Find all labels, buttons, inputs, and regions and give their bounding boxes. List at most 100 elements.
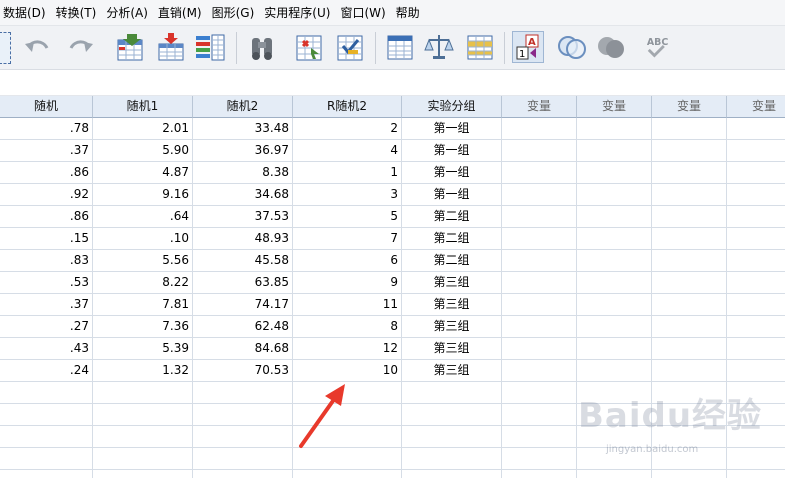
- column-header-var[interactable]: 变量: [652, 96, 727, 118]
- goto-case-icon[interactable]: [114, 31, 146, 63]
- table-cell[interactable]: 10: [293, 360, 402, 382]
- table-cell[interactable]: .83: [0, 250, 93, 272]
- table-cell[interactable]: [502, 404, 577, 426]
- table-cell[interactable]: 第三组: [402, 338, 502, 360]
- column-header-suiji2[interactable]: 随机2: [193, 96, 293, 118]
- table-cell[interactable]: [502, 162, 577, 184]
- table-cell[interactable]: 5.56: [93, 250, 193, 272]
- table-cell[interactable]: .24: [0, 360, 93, 382]
- table-cell[interactable]: 12: [293, 338, 402, 360]
- table-cell[interactable]: 第一组: [402, 162, 502, 184]
- find-icon[interactable]: [246, 31, 278, 63]
- table-cell[interactable]: [577, 338, 652, 360]
- table-cell[interactable]: [652, 338, 727, 360]
- column-header-var[interactable]: 变量: [577, 96, 652, 118]
- table-cell[interactable]: [727, 140, 785, 162]
- table-cell[interactable]: [502, 140, 577, 162]
- table-cell[interactable]: [193, 470, 293, 478]
- insert-cases-icon[interactable]: [292, 31, 324, 63]
- redo-icon[interactable]: [64, 31, 96, 63]
- table-cell[interactable]: .37: [0, 294, 93, 316]
- table-cell[interactable]: [502, 470, 577, 478]
- menu-direct-marketing[interactable]: 直销(M): [154, 0, 208, 26]
- table-cell[interactable]: [193, 382, 293, 404]
- table-cell[interactable]: [652, 184, 727, 206]
- menu-help[interactable]: 帮助: [392, 0, 426, 26]
- table-cell[interactable]: [402, 448, 502, 470]
- column-header-var[interactable]: 变量: [502, 96, 577, 118]
- table-cell[interactable]: 48.93: [193, 228, 293, 250]
- menu-utilities[interactable]: 实用程序(U): [260, 0, 336, 26]
- column-header-suiji[interactable]: 随机: [0, 96, 93, 118]
- table-cell[interactable]: [652, 250, 727, 272]
- table-cell[interactable]: [93, 448, 193, 470]
- table-cell[interactable]: 第一组: [402, 140, 502, 162]
- table-cell[interactable]: 34.68: [193, 184, 293, 206]
- menu-data[interactable]: 数据(D): [0, 0, 52, 26]
- table-cell[interactable]: [652, 316, 727, 338]
- table-cell[interactable]: 1: [293, 162, 402, 184]
- split-file-icon[interactable]: [384, 31, 416, 63]
- table-cell[interactable]: 4: [293, 140, 402, 162]
- use-variable-sets-icon[interactable]: [556, 31, 588, 63]
- table-cell[interactable]: [577, 250, 652, 272]
- insert-variable-icon[interactable]: [333, 31, 365, 63]
- table-cell[interactable]: [502, 250, 577, 272]
- show-all-variables-icon[interactable]: [595, 31, 627, 63]
- table-cell[interactable]: .86: [0, 162, 93, 184]
- table-cell[interactable]: 3: [293, 184, 402, 206]
- table-cell[interactable]: [577, 360, 652, 382]
- table-cell[interactable]: .64: [93, 206, 193, 228]
- table-cell[interactable]: [502, 360, 577, 382]
- table-cell[interactable]: 第二组: [402, 206, 502, 228]
- table-cell[interactable]: 5: [293, 206, 402, 228]
- table-cell[interactable]: [577, 184, 652, 206]
- table-cell[interactable]: 1.32: [93, 360, 193, 382]
- table-cell[interactable]: 8.22: [93, 272, 193, 294]
- table-cell[interactable]: [293, 470, 402, 478]
- table-cell[interactable]: [727, 250, 785, 272]
- table-cell[interactable]: [727, 272, 785, 294]
- table-cell[interactable]: .78: [0, 118, 93, 140]
- table-cell[interactable]: [577, 140, 652, 162]
- table-cell[interactable]: 5.90: [93, 140, 193, 162]
- table-cell[interactable]: 9: [293, 272, 402, 294]
- table-cell[interactable]: [502, 184, 577, 206]
- table-cell[interactable]: [502, 382, 577, 404]
- table-cell[interactable]: [652, 140, 727, 162]
- cell-editor-bar[interactable]: [0, 71, 785, 96]
- value-labels-icon[interactable]: A1: [512, 31, 544, 63]
- table-cell[interactable]: .15: [0, 228, 93, 250]
- table-cell[interactable]: [577, 316, 652, 338]
- table-cell[interactable]: [402, 404, 502, 426]
- table-cell[interactable]: [577, 228, 652, 250]
- menu-graphs[interactable]: 图形(G): [208, 0, 261, 26]
- select-cases-icon[interactable]: [464, 31, 496, 63]
- table-cell[interactable]: [0, 404, 93, 426]
- table-cell[interactable]: 第三组: [402, 316, 502, 338]
- variables-icon[interactable]: [194, 31, 226, 63]
- table-cell[interactable]: [727, 162, 785, 184]
- table-cell[interactable]: [93, 404, 193, 426]
- table-cell[interactable]: 5.39: [93, 338, 193, 360]
- table-cell[interactable]: 8: [293, 316, 402, 338]
- table-cell[interactable]: [0, 470, 93, 478]
- table-cell[interactable]: [0, 382, 93, 404]
- table-cell[interactable]: .43: [0, 338, 93, 360]
- table-cell[interactable]: .92: [0, 184, 93, 206]
- table-cell[interactable]: [727, 338, 785, 360]
- table-cell[interactable]: [727, 118, 785, 140]
- menu-transform[interactable]: 转换(T): [52, 0, 103, 26]
- column-header-var[interactable]: 变量: [727, 96, 785, 118]
- table-cell[interactable]: [577, 162, 652, 184]
- table-cell[interactable]: 7.81: [93, 294, 193, 316]
- table-cell[interactable]: [577, 118, 652, 140]
- table-cell[interactable]: [727, 316, 785, 338]
- table-cell[interactable]: 84.68: [193, 338, 293, 360]
- table-cell[interactable]: 62.48: [193, 316, 293, 338]
- table-cell[interactable]: [0, 426, 93, 448]
- table-cell[interactable]: 7.36: [93, 316, 193, 338]
- table-cell[interactable]: [652, 272, 727, 294]
- table-cell[interactable]: [502, 448, 577, 470]
- table-cell[interactable]: [0, 448, 93, 470]
